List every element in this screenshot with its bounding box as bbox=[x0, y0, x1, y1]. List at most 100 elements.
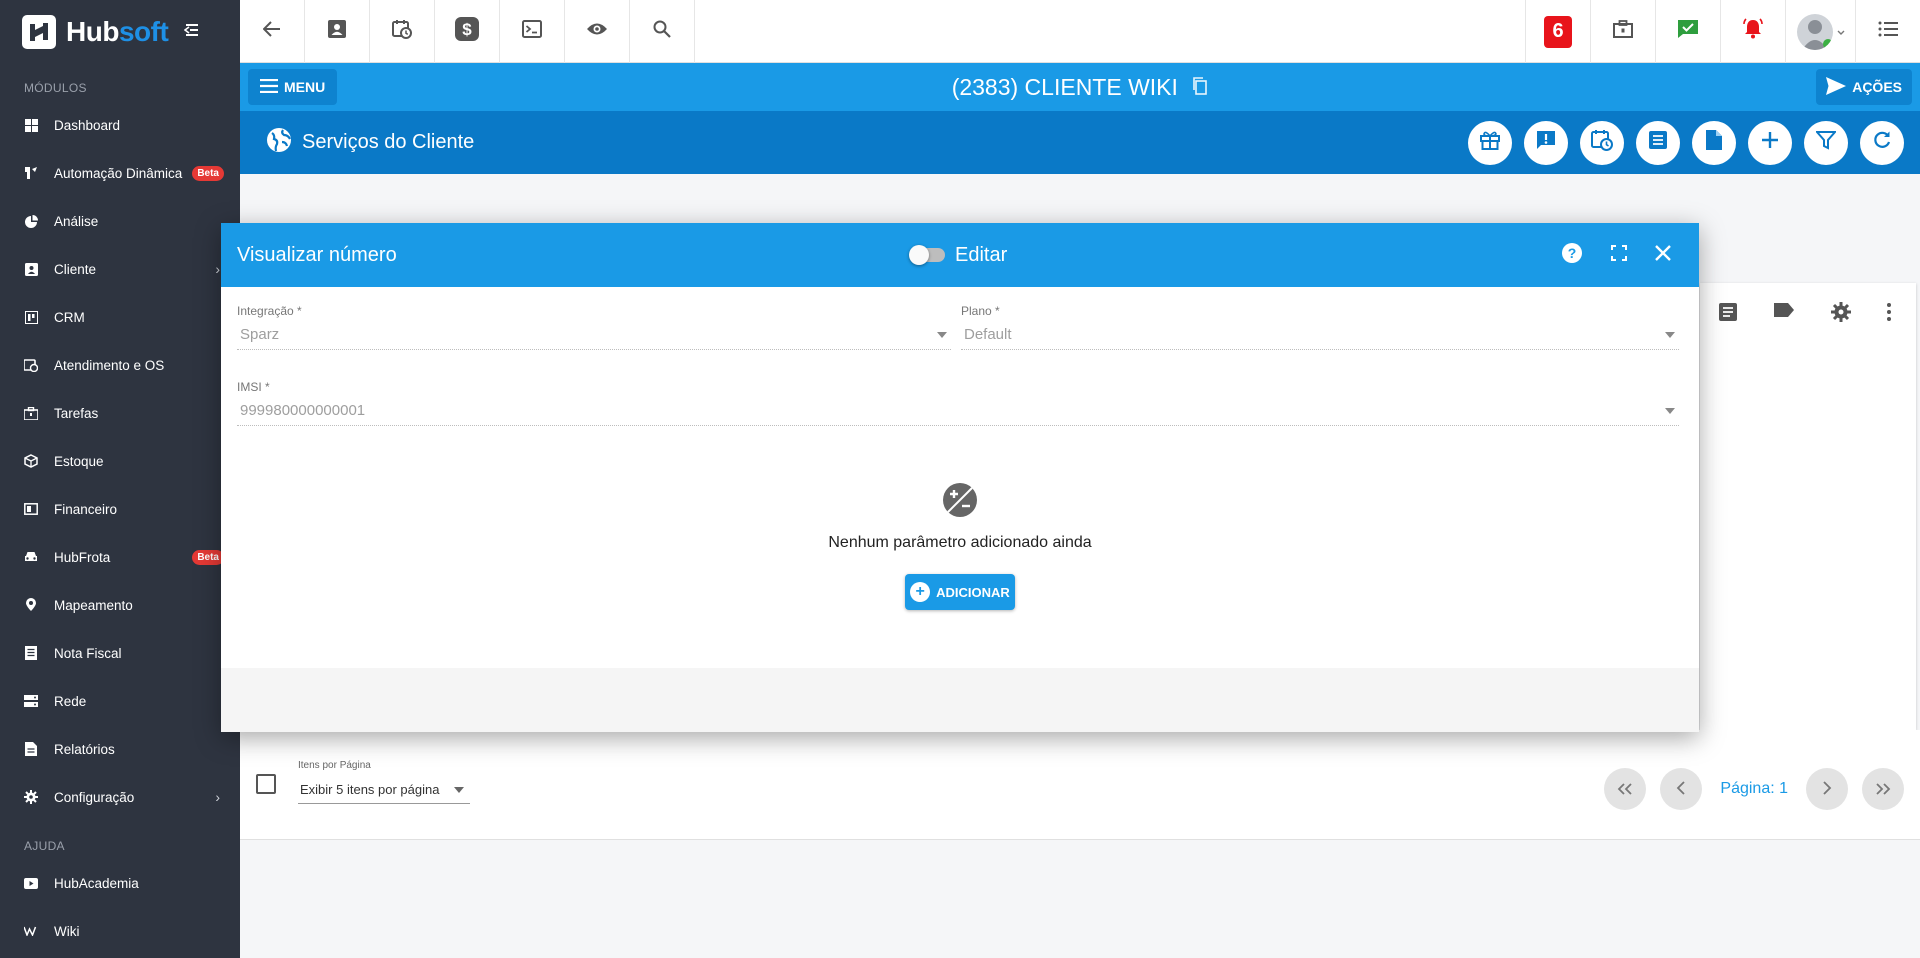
pagination: Página: 1 bbox=[1604, 768, 1904, 810]
financial-button[interactable]: $ bbox=[435, 0, 500, 63]
alerts-button[interactable] bbox=[1720, 0, 1785, 63]
edit-toggle[interactable] bbox=[909, 245, 945, 265]
list-footer: Itens por Página Exibir 5 itens por pági… bbox=[240, 730, 1920, 840]
sidebar-item-hubfrota[interactable]: HubFrota Beta bbox=[0, 533, 240, 581]
collapse-menu-icon[interactable] bbox=[183, 21, 200, 42]
imsi-field[interactable]: IMSI * 999980000000001 bbox=[237, 380, 1679, 426]
refresh-button[interactable] bbox=[1860, 120, 1904, 165]
plus-minus-icon bbox=[942, 482, 978, 518]
plano-field[interactable]: Plano * Default bbox=[961, 304, 1679, 350]
gift-button[interactable] bbox=[1468, 120, 1512, 165]
sidebar-item-label: HubAcademia bbox=[54, 875, 139, 891]
tasks-button[interactable] bbox=[1590, 0, 1655, 63]
toggle-knob bbox=[909, 245, 929, 265]
server-icon bbox=[24, 694, 38, 708]
gear-icon[interactable] bbox=[1830, 302, 1851, 327]
copy-icon[interactable] bbox=[1192, 76, 1208, 99]
sidebar-item-wiki[interactable]: Wiki bbox=[0, 907, 240, 955]
map-pin-icon bbox=[24, 598, 38, 612]
back-button[interactable] bbox=[240, 0, 305, 63]
section-title: Serviços do Cliente bbox=[302, 131, 475, 153]
sidebar-item-mapeamento[interactable]: Mapeamento bbox=[0, 581, 240, 629]
sidebar-item-label: Configuração bbox=[54, 789, 135, 805]
sidebar-item-configuracao[interactable]: Configuração › bbox=[0, 773, 240, 821]
schedule-service-button[interactable] bbox=[1580, 120, 1624, 165]
search-button[interactable] bbox=[630, 0, 695, 63]
notes-icon[interactable] bbox=[1718, 302, 1738, 327]
section-label-help: AJUDA bbox=[24, 839, 65, 853]
section-actions bbox=[1468, 120, 1904, 165]
page-indicator: Página: 1 bbox=[1720, 780, 1788, 797]
add-button[interactable] bbox=[1748, 120, 1792, 165]
tag-icon[interactable] bbox=[1773, 302, 1795, 327]
chevron-down-icon bbox=[1837, 23, 1845, 41]
client-name: (2383) CLIENTE WIKI bbox=[951, 73, 1178, 100]
sidebar-item-label: Análise bbox=[54, 213, 99, 229]
document-button[interactable] bbox=[1692, 120, 1736, 165]
sidebar-item-automacao[interactable]: Automação Dinâmica Beta bbox=[0, 149, 240, 197]
last-page-button[interactable] bbox=[1862, 768, 1904, 810]
filter-button[interactable] bbox=[1804, 120, 1848, 165]
feedback-button[interactable] bbox=[1524, 120, 1568, 165]
sidebar-item-label: Wiki bbox=[54, 923, 80, 939]
integracao-select[interactable]: Sparz bbox=[237, 326, 951, 350]
select-all-checkbox[interactable] bbox=[256, 774, 276, 794]
sidebar-item-tarefas[interactable]: Tarefas bbox=[0, 389, 240, 437]
search-icon bbox=[653, 20, 671, 43]
service-card bbox=[1700, 283, 1916, 730]
filter-icon bbox=[1814, 130, 1838, 155]
section-label-modules: MÓDULOS bbox=[24, 81, 87, 95]
more-vertical-icon[interactable] bbox=[1886, 302, 1892, 327]
plano-value: Default bbox=[964, 326, 1012, 343]
beta-badge: Beta bbox=[192, 549, 224, 565]
sidebar-item-financeiro[interactable]: Financeiro bbox=[0, 485, 240, 533]
client-header: MENU (2383) CLIENTE WIKI AÇÕES bbox=[240, 63, 1920, 111]
first-page-button[interactable] bbox=[1604, 768, 1647, 810]
client-card-button[interactable] bbox=[305, 0, 370, 63]
schedule-button[interactable] bbox=[370, 0, 435, 63]
calendar-clock-icon bbox=[1591, 129, 1613, 156]
list-details-button[interactable] bbox=[1636, 120, 1680, 165]
per-page-select[interactable]: Exibir 5 itens por página bbox=[298, 776, 470, 804]
terminal-button[interactable] bbox=[500, 0, 565, 63]
next-page-button[interactable] bbox=[1806, 768, 1848, 810]
sidebar-item-relatorios[interactable]: Relatórios bbox=[0, 725, 240, 773]
menu-button[interactable]: MENU bbox=[248, 69, 338, 105]
wiki-icon bbox=[24, 924, 38, 938]
view-button[interactable] bbox=[565, 0, 630, 63]
plano-label: Plano * bbox=[961, 304, 1000, 318]
pie-chart-icon bbox=[24, 214, 38, 228]
messages-button[interactable] bbox=[1655, 0, 1720, 63]
chat-check-icon bbox=[1677, 19, 1699, 44]
sidebar-item-rede[interactable]: Rede bbox=[0, 677, 240, 725]
close-icon[interactable] bbox=[1655, 244, 1671, 266]
plano-select[interactable]: Default bbox=[961, 326, 1679, 350]
integracao-field[interactable]: Integração * Sparz bbox=[237, 304, 951, 350]
chevron-right-icon bbox=[1822, 779, 1832, 800]
sidebar-item-crm[interactable]: CRM bbox=[0, 293, 240, 341]
sidebar-item-atendimento[interactable]: Atendimento e OS bbox=[0, 341, 240, 389]
briefcase-icon bbox=[1613, 20, 1633, 43]
help-icon[interactable]: ? bbox=[1561, 242, 1583, 269]
actions-button[interactable]: AÇÕES bbox=[1816, 69, 1912, 105]
plus-icon bbox=[1761, 131, 1779, 154]
notification-count-button[interactable]: 6 bbox=[1525, 0, 1590, 63]
brand[interactable]: Hubsoft bbox=[0, 0, 240, 63]
caret-down-icon bbox=[937, 332, 947, 338]
sidebar-item-dashboard[interactable]: Dashboard bbox=[0, 101, 240, 149]
fullscreen-icon[interactable] bbox=[1611, 244, 1627, 266]
notification-count: 6 bbox=[1544, 15, 1572, 48]
calendar-clock-icon bbox=[24, 358, 38, 372]
user-menu-button[interactable] bbox=[1785, 0, 1855, 63]
sidebar-item-nota-fiscal[interactable]: Nota Fiscal bbox=[0, 629, 240, 677]
prev-page-button[interactable] bbox=[1660, 768, 1703, 810]
gear-icon bbox=[24, 790, 38, 804]
sidebar-item-analise[interactable]: Análise bbox=[0, 197, 240, 245]
imsi-select[interactable]: 999980000000001 bbox=[237, 402, 1679, 426]
add-parameter-button[interactable]: + ADICIONAR bbox=[905, 574, 1015, 610]
sidebar-item-cliente[interactable]: Cliente › bbox=[0, 245, 240, 293]
sidebar-item-hubacademia[interactable]: HubAcademia bbox=[0, 859, 240, 907]
dialog-body: Integração * Sparz Plano * Default IMSI … bbox=[221, 287, 1699, 668]
list-menu-button[interactable] bbox=[1855, 0, 1920, 63]
sidebar-item-estoque[interactable]: Estoque bbox=[0, 437, 240, 485]
